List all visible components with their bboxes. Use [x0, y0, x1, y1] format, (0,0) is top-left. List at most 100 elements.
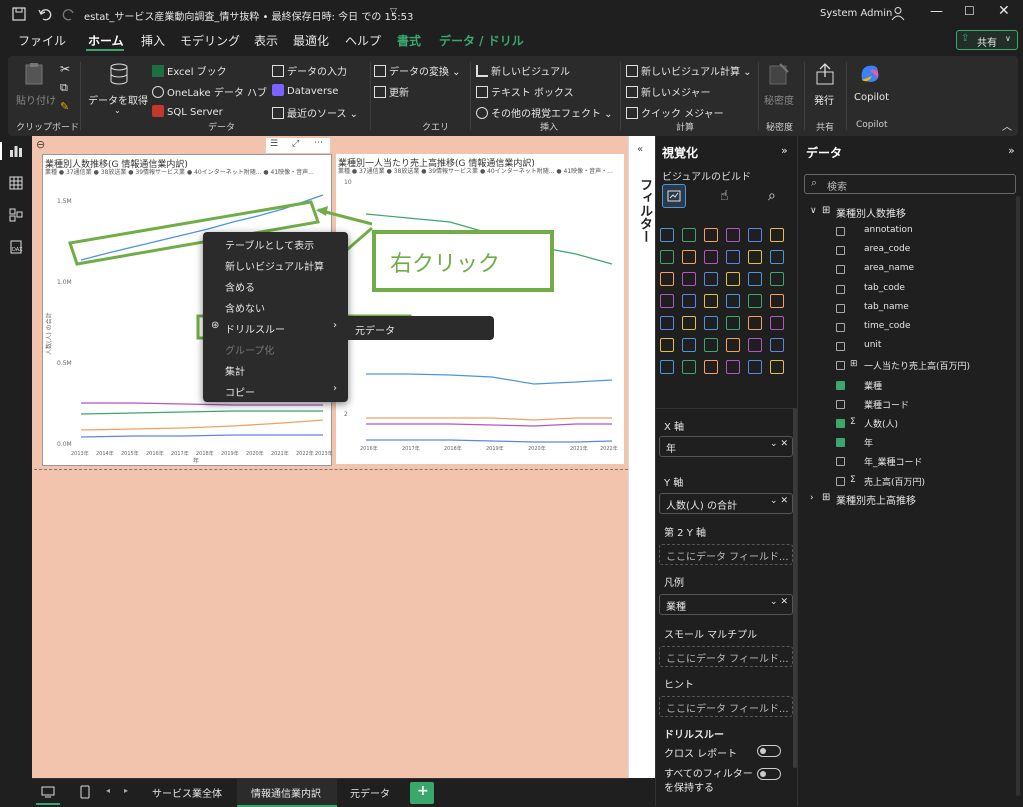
visual-type-icon[interactable] — [748, 338, 762, 352]
undo-icon[interactable] — [38, 7, 52, 21]
field-item[interactable]: unit — [864, 340, 881, 350]
x-axis-field-well[interactable]: 年 ⌄ ✕ — [659, 436, 793, 457]
field-checkbox[interactable] — [836, 380, 845, 390]
visual-type-icon[interactable] — [682, 272, 696, 286]
minimize-button[interactable]: — — [930, 4, 943, 19]
field-checkbox[interactable] — [836, 265, 845, 275]
chevron-down-icon[interactable]: ⌄ — [114, 106, 121, 115]
menu-item-new-visual-calc[interactable]: 新しいビジュアル計算 — [225, 258, 324, 273]
paste-icon[interactable] — [24, 62, 46, 86]
chevron-right-icon[interactable]: › — [810, 493, 814, 503]
expand-icon[interactable]: « — [637, 144, 643, 155]
visual-type-icon[interactable] — [726, 272, 740, 286]
sql-server-button[interactable]: SQL Server — [152, 105, 223, 118]
dataverse-button[interactable]: Dataverse — [272, 84, 338, 97]
share-button[interactable]: ⇪ 共有 ∨ — [956, 30, 1018, 50]
chevron-down-icon[interactable]: ∨ — [810, 206, 817, 216]
field-item[interactable]: area_code — [864, 244, 910, 254]
field-checkbox[interactable] — [836, 227, 845, 236]
refresh-button[interactable]: 更新 — [374, 84, 409, 99]
field-item[interactable]: 年_業種コード — [864, 455, 923, 468]
menu-format[interactable]: 書式 — [397, 32, 421, 49]
visual-type-icon[interactable] — [704, 338, 718, 352]
remove-field-icon[interactable]: ⌄ ✕ — [770, 439, 788, 449]
remove-field-icon[interactable]: ⌄ ✕ — [770, 496, 788, 506]
menu-optimize[interactable]: 最適化 — [293, 32, 329, 49]
field-checkbox[interactable] — [836, 361, 845, 371]
filters-pane[interactable]: « フィルター — [628, 136, 655, 778]
dax-query-view-icon[interactable]: DAX — [9, 240, 23, 254]
visual-type-icon[interactable] — [770, 316, 784, 330]
field-item[interactable]: annotation — [864, 225, 913, 235]
visual-type-icon[interactable] — [726, 316, 740, 330]
collapse-ribbon-icon[interactable]: ︿ — [1002, 118, 1012, 133]
menu-item-summarize[interactable]: 集計 — [225, 363, 245, 378]
visual-type-icon[interactable] — [682, 338, 696, 352]
visual-type-icon[interactable] — [682, 228, 696, 242]
recent-sources-button[interactable]: 最近のソース ⌄ — [272, 105, 358, 120]
visual-type-icon[interactable] — [726, 338, 740, 352]
visual-type-icon[interactable] — [770, 228, 784, 242]
copy-icon[interactable]: ⧉ — [60, 81, 68, 95]
visual-type-icon[interactable] — [704, 294, 718, 308]
submenu-item-source-data[interactable]: 元データ — [355, 322, 395, 337]
visual-type-icon[interactable] — [770, 338, 784, 352]
field-item[interactable]: 人数(人) — [864, 417, 898, 430]
menu-view[interactable]: 表示 — [254, 32, 278, 49]
excel-workbook-button[interactable]: Excel ブック — [152, 63, 227, 78]
visual-type-icon[interactable] — [748, 228, 762, 242]
visual-type-icon[interactable] — [682, 360, 696, 374]
new-visual-calc-button[interactable]: 新しいビジュアル計算 ⌄ — [626, 63, 752, 78]
textbox-button[interactable]: テキスト ボックス — [476, 84, 574, 99]
visual-type-icon[interactable] — [748, 360, 762, 374]
cross-report-toggle[interactable] — [757, 745, 781, 757]
menu-item-include[interactable]: 含める — [225, 279, 255, 294]
visual-type-icon[interactable] — [660, 272, 674, 286]
visual-type-icon[interactable] — [660, 360, 674, 374]
visual-type-icon[interactable] — [704, 272, 718, 286]
field-item[interactable]: area_name — [864, 263, 914, 273]
field-checkbox[interactable] — [836, 246, 845, 256]
field-item[interactable]: tab_name — [864, 302, 909, 312]
analytics-icon[interactable]: ⌕ — [768, 188, 776, 204]
legend-field-well[interactable]: 業種 ⌄ ✕ — [659, 594, 793, 615]
visual-type-icon[interactable] — [770, 272, 784, 286]
visual-type-icon[interactable] — [726, 250, 740, 264]
page-tab-service-overall[interactable]: サービス業全体 — [152, 785, 222, 800]
menu-item-drillthrough[interactable]: ドリルスルー — [225, 321, 285, 336]
field-checkbox[interactable] — [836, 303, 845, 313]
new-measure-button[interactable]: 新しいメジャー — [626, 84, 711, 99]
small-multiples-well[interactable]: ここにデータ フィールド... — [659, 646, 793, 667]
report-view-icon[interactable] — [9, 144, 23, 158]
build-visual-tab[interactable] — [662, 184, 686, 208]
add-page-button[interactable]: + — [410, 782, 434, 804]
visual-type-icon[interactable] — [660, 250, 674, 264]
field-checkbox[interactable] — [836, 476, 845, 486]
get-data-button[interactable]: データを取得 — [88, 92, 148, 107]
field-item[interactable]: 業種 — [864, 379, 882, 392]
field-item[interactable]: 一人当たり売上高(百万円) — [864, 359, 970, 372]
menu-file[interactable]: ファイル — [18, 32, 66, 49]
visual-type-icon[interactable] — [704, 228, 718, 242]
new-visual-button[interactable]: 新しいビジュアル — [476, 63, 570, 78]
avatar-icon[interactable] — [890, 5, 906, 21]
visual-type-icon[interactable] — [660, 294, 674, 308]
field-checkbox[interactable] — [836, 438, 845, 448]
menu-home[interactable]: ホーム — [88, 32, 124, 49]
quick-measure-button[interactable]: クイック メジャー — [626, 105, 724, 120]
maximize-button[interactable]: ☐ — [964, 4, 975, 18]
remove-field-icon[interactable]: ⌄ ✕ — [770, 597, 788, 607]
table-name[interactable]: 業種別人数推移 — [836, 205, 906, 220]
y-axis-field-well[interactable]: 人数(人) の合計 ⌄ ✕ — [659, 493, 793, 514]
field-item[interactable]: time_code — [864, 321, 911, 331]
format-painter-icon[interactable]: ✎ — [60, 100, 69, 113]
field-item[interactable]: 売上高(百万円) — [864, 475, 925, 488]
visual-type-icon[interactable] — [748, 250, 762, 264]
field-checkbox[interactable] — [836, 399, 845, 409]
visual-type-icon[interactable] — [726, 228, 740, 242]
visual-type-icon[interactable] — [770, 250, 784, 264]
onelake-button[interactable]: OneLake データ ハブ ⌄ — [152, 84, 279, 99]
field-item[interactable]: 業種コード — [864, 398, 909, 411]
visual-type-icon[interactable] — [748, 294, 762, 308]
table-view-icon[interactable] — [9, 176, 23, 190]
